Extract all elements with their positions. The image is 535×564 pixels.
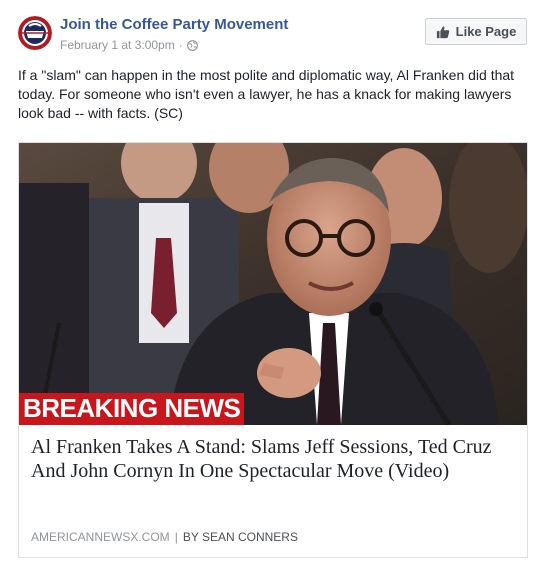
- coffee-party-logo: [18, 16, 52, 50]
- news-photo: [19, 143, 527, 425]
- like-page-button[interactable]: Like Page: [425, 18, 527, 45]
- link-author: BY SEAN CONNERS: [182, 530, 298, 544]
- post-message: If a "slam" can happen in the most polit…: [18, 67, 515, 121]
- breaking-news-banner: BREAKING NEWS: [23, 393, 241, 423]
- post-meta: February 1 at 3:00pm ·: [60, 38, 198, 52]
- page-avatar[interactable]: [18, 16, 52, 50]
- like-page-label: Like Page: [455, 24, 517, 39]
- link-source: AMERICANNEWSX.COM | BY SEAN CONNERS: [31, 530, 298, 544]
- link-domain: AMERICANNEWSX.COM: [31, 530, 170, 544]
- timestamp-link[interactable]: February 1 at 3:00pm: [60, 38, 175, 52]
- facebook-post: Join the Coffee Party Movement February …: [0, 0, 535, 564]
- page-name-link[interactable]: Join the Coffee Party Movement: [60, 16, 288, 33]
- meta-separator: ·: [178, 38, 183, 52]
- link-preview-image[interactable]: BREAKING NEWS: [19, 143, 527, 425]
- globe-icon[interactable]: [186, 39, 198, 51]
- source-divider: |: [174, 530, 178, 544]
- thumbs-up-icon: [436, 25, 449, 38]
- link-title[interactable]: Al Franken Takes A Stand: Slams Jeff Ses…: [31, 435, 515, 483]
- link-preview-card[interactable]: BREAKING NEWS Al Franken Takes A Stand: …: [18, 142, 528, 558]
